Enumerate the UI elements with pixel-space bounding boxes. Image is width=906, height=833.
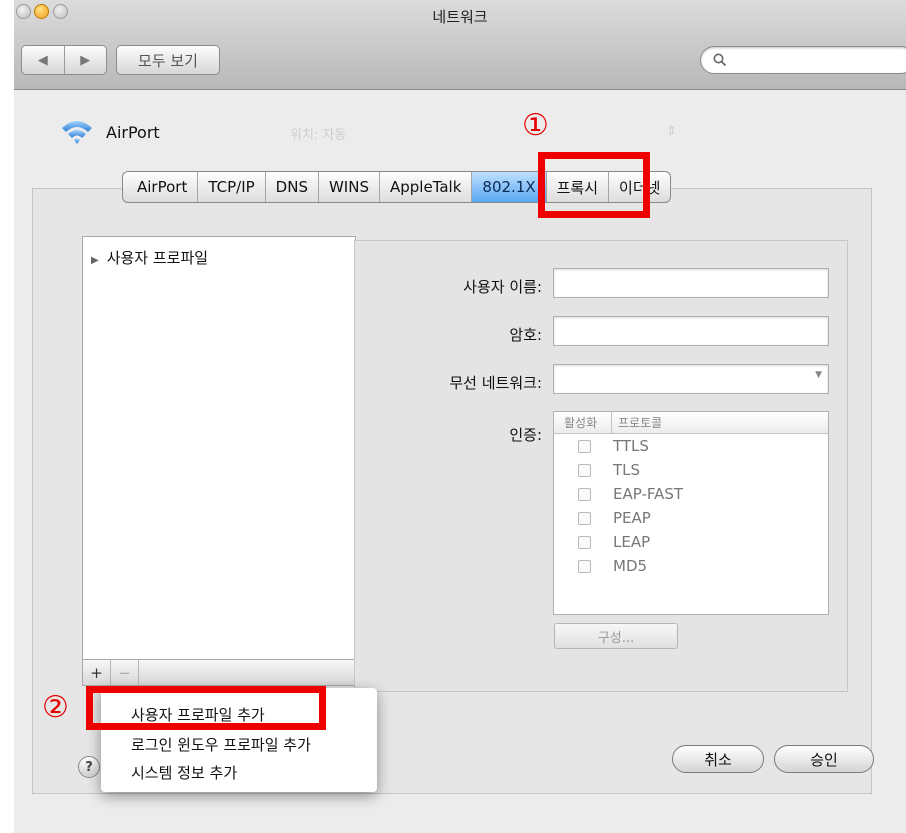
username-field[interactable] [553,268,829,298]
enable-checkbox[interactable] [578,535,591,549]
table-row: PEAP [554,506,828,530]
background-location-label: 위치: 자동 [290,128,347,143]
tab-tcp-ip[interactable]: TCP/IP [197,172,264,202]
protocol-name: PEAP [613,509,651,527]
protocol-name: TLS [613,461,641,479]
protocol-name: LEAP [613,533,651,551]
search-input[interactable] [700,46,906,74]
list-item-label: 사용자 프로파일 [106,249,209,267]
show-all-button[interactable]: 모두 보기 [116,45,220,75]
remove-profile-button[interactable]: − [111,660,139,685]
forward-arrow-icon[interactable]: ▶ [63,46,107,74]
column-header-enabled[interactable]: 활성화 [554,412,612,433]
disclosure-triangle-icon[interactable]: ▶ [91,255,99,266]
password-label: 암호: [509,326,542,344]
tab-dns[interactable]: DNS [264,172,318,202]
wireless-network-combo[interactable]: ▼ [553,364,829,394]
tab-appletalk[interactable]: AppleTalk [378,172,471,202]
tab-highlight-box [538,152,650,218]
password-field[interactable] [553,316,829,346]
username-label: 사용자 이름: [463,278,542,296]
authentication-table: 활성화 프로토콜 TTLS TLS EAP-FAST PEAP LEAP MD5 [553,411,829,615]
background-popup-arrow: ⇕ [666,124,677,139]
help-button[interactable]: ? [78,756,100,778]
protocol-name: TTLS [613,437,649,455]
cancel-button[interactable]: 취소 [672,745,764,773]
protocol-name: MD5 [613,557,648,575]
title-bar: 네트워크 ◀ ▶ 모두 보기 [14,0,906,90]
enable-checkbox[interactable] [578,487,591,501]
menu-highlight-box [86,686,326,730]
combo-arrow-icon[interactable]: ▼ [815,370,822,380]
list-controls: + − [82,660,356,686]
add-profile-button[interactable]: + [83,660,111,685]
table-row: EAP-FAST [554,482,828,506]
annotation-marker-1: ① [522,108,549,143]
tab-802-1x[interactable]: 802.1X [471,172,546,202]
column-header-protocol[interactable]: 프로토콜 [612,412,662,433]
table-header: 활성화 프로토콜 [554,412,828,434]
enable-checkbox[interactable] [578,439,591,453]
table-row: TTLS [554,434,828,458]
service-name: AirPort [106,122,160,142]
annotation-marker-2: ② [42,690,69,725]
table-row: TLS [554,458,828,482]
back-forward-group: ◀ ▶ [21,45,107,75]
menu-item-add-login-window-profile[interactable]: 로그인 윈도우 프로파일 추가 [131,734,311,755]
back-arrow-icon[interactable]: ◀ [22,46,64,74]
table-row: LEAP [554,530,828,554]
profile-list[interactable]: ▶ 사용자 프로파일 [82,236,356,660]
service-header: AirPort [60,116,160,148]
table-row: MD5 [554,554,828,578]
apply-button[interactable]: 승인 [774,745,874,773]
authentication-label: 인증: [509,426,542,444]
wifi-icon [62,121,92,144]
tab-wins[interactable]: WINS [317,172,379,202]
search-icon [713,53,727,67]
enable-checkbox[interactable] [578,463,591,477]
enable-checkbox[interactable] [578,511,591,525]
network-preferences-window: 네트워크 ◀ ▶ 모두 보기 AirPort 위치: 자동 ⇕ AirPort … [14,0,906,833]
list-item[interactable]: ▶ 사용자 프로파일 [91,247,208,268]
enable-checkbox[interactable] [578,559,591,573]
protocol-name: EAP-FAST [613,485,684,503]
wireless-network-label: 무선 네트워크: [449,374,542,392]
configure-button[interactable]: 구성... [554,623,678,649]
tab-airport[interactable]: AirPort [123,172,197,202]
window-title: 네트워크 [432,8,488,26]
menu-item-add-system-profile[interactable]: 시스템 정보 추가 [131,762,237,783]
